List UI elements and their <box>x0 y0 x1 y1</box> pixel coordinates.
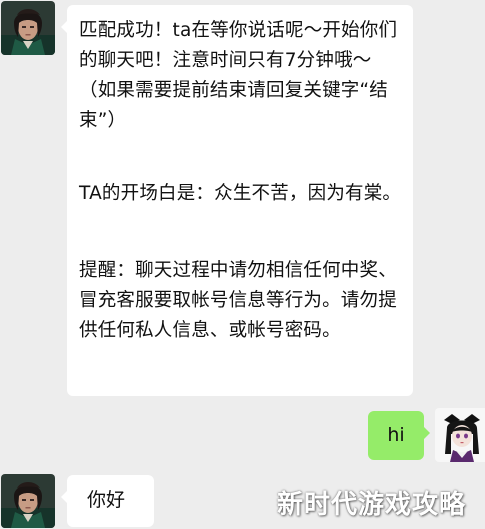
dark-haired-character-icon <box>1 474 55 528</box>
match-success-text: 匹配成功！ta在等你说话呢～开始你们的聊天吧！注意时间只有7分钟哦～（如果需要提… <box>79 20 398 131</box>
site-watermark: 新时代游戏攻略 <box>277 490 467 520</box>
girl-with-black-hair-bows-icon <box>435 408 485 462</box>
dark-haired-character-icon <box>1 1 55 55</box>
contact-avatar-icon[interactable] <box>1 474 55 528</box>
chat-area: 匹配成功！ta在等你说话呢～开始你们的聊天吧！注意时间只有7分钟哦～（如果需要提… <box>0 0 485 529</box>
my-avatar-icon[interactable] <box>435 408 485 462</box>
contact-avatar-icon[interactable] <box>1 1 55 55</box>
safety-reminder-text: 提醒：聊天过程中请勿相信任何中奖、冒充客服要取帐号信息等行为。请勿提供任何私人信… <box>79 260 397 341</box>
incoming-message-bubble[interactable]: 你好 <box>61 475 154 527</box>
outgoing-message-bubble[interactable]: hi <box>368 411 430 460</box>
opening-line-text: TA的开场白是：众生不苦，因为有棠。 <box>79 183 402 204</box>
incoming-message-bubble[interactable]: 匹配成功！ta在等你说话呢～开始你们的聊天吧！注意时间只有7分钟哦～（如果需要提… <box>61 5 413 396</box>
